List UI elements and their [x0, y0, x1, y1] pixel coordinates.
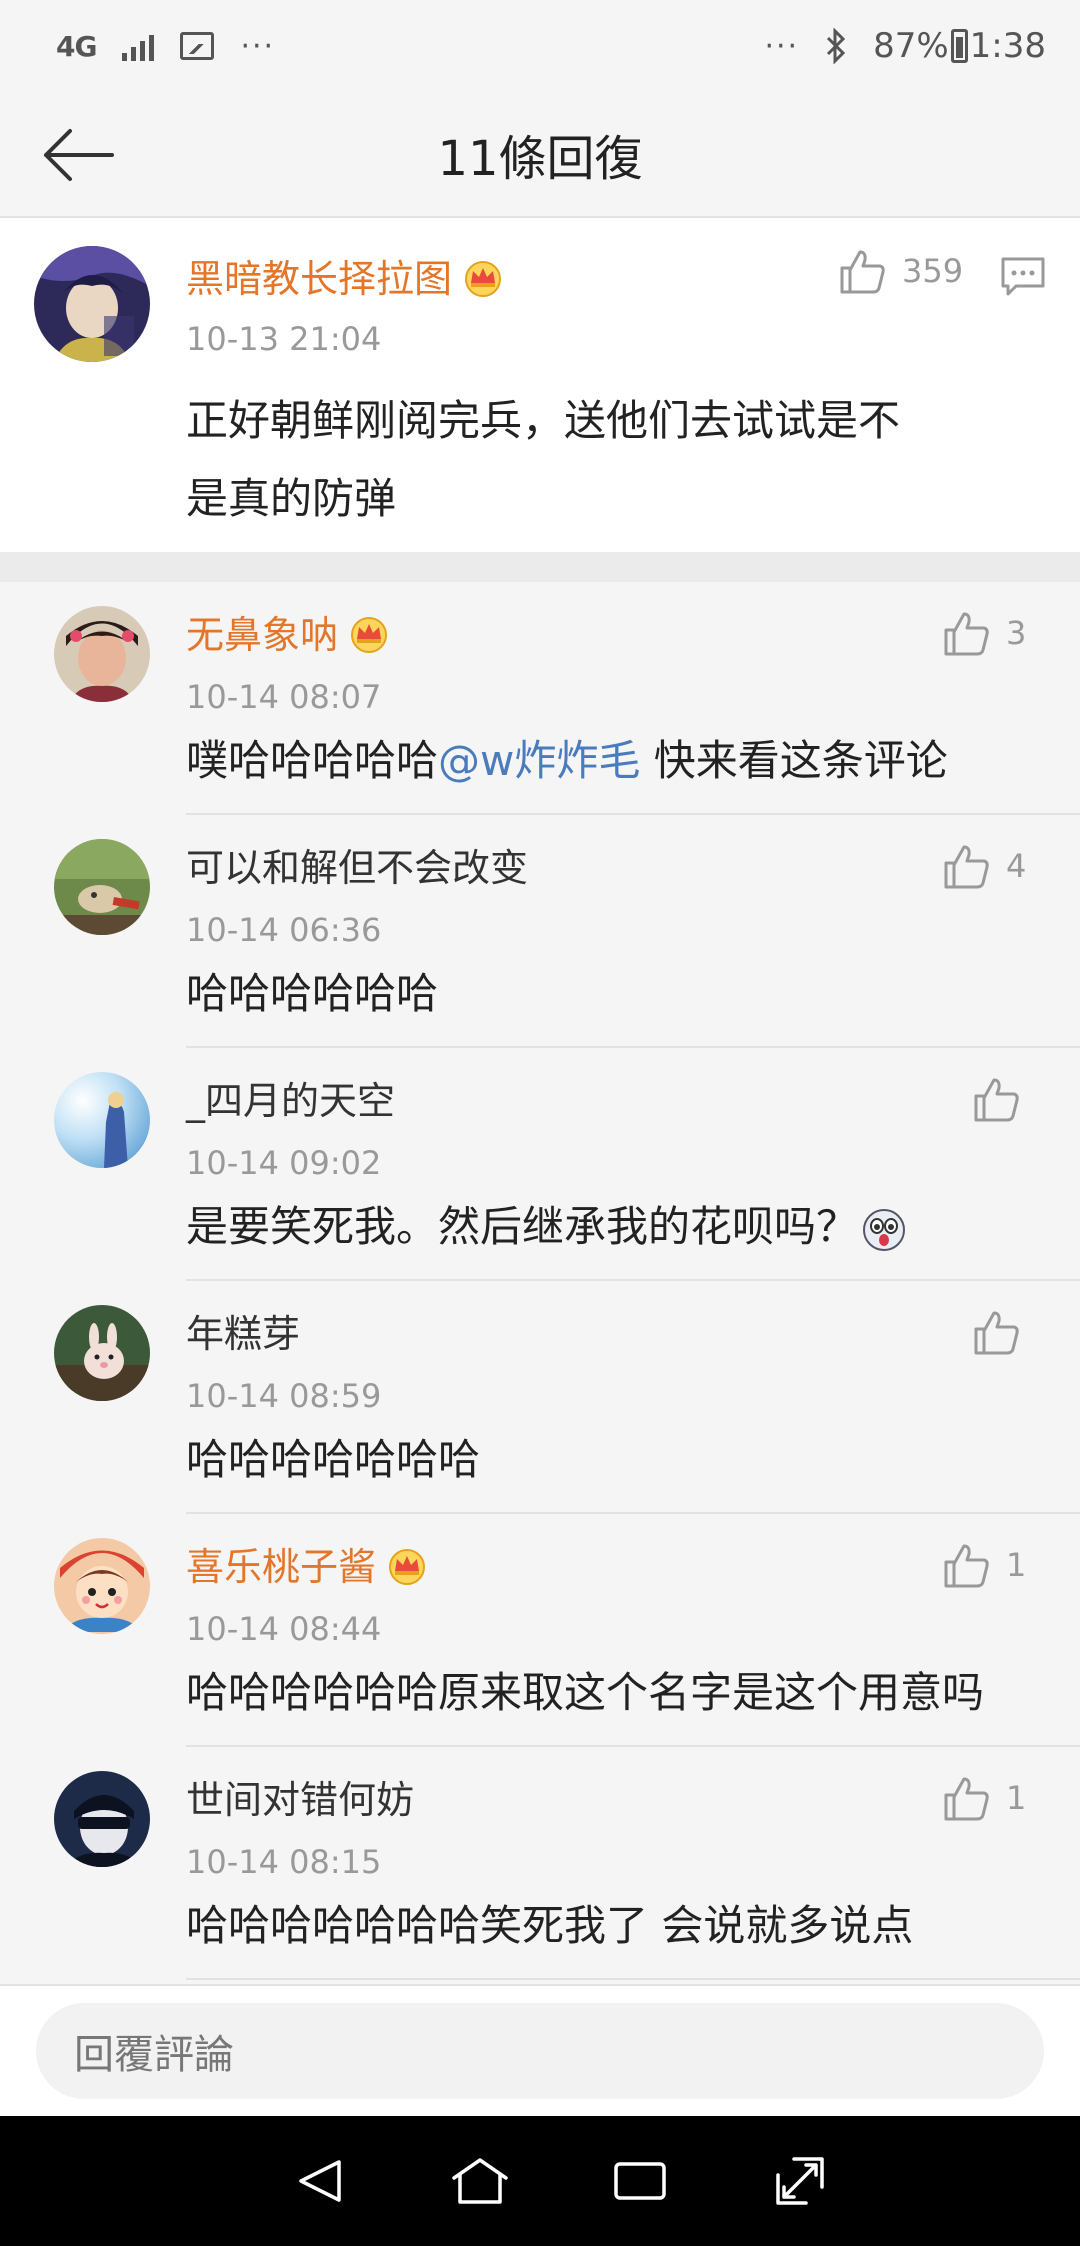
reply-time: 10-14 08:07	[186, 678, 382, 716]
reply-item: 年糕芽 10-14 08:59 哈哈哈哈哈哈哈	[0, 1281, 1080, 1514]
nav-recents-button[interactable]	[600, 2141, 680, 2221]
thumbs-up-icon	[974, 1078, 1019, 1122]
reply-time: 10-14 06:36	[186, 911, 382, 949]
system-navigation-bar	[0, 2116, 1080, 2246]
reply-item: 可以和解但不会改变 10-14 06:36 4 哈哈哈哈哈哈	[0, 815, 1080, 1048]
image-notification-icon	[180, 32, 215, 60]
username[interactable]: 喜乐桃子酱	[186, 1536, 428, 1591]
like-count: 1	[1006, 1546, 1027, 1584]
username[interactable]: _四月的天空	[186, 1070, 395, 1125]
username-text: 喜乐桃子酱	[186, 1545, 377, 1589]
reply-text: 哈哈哈哈哈哈	[186, 969, 439, 1018]
username[interactable]: 世间对错何妨	[186, 1769, 414, 1824]
reply-text: 哈哈哈哈哈哈哈	[186, 1435, 481, 1484]
emoji-icon	[863, 1208, 906, 1251]
reply-time: 10-14 08:59	[186, 1377, 382, 1415]
like-count: 1	[1006, 1779, 1027, 1817]
reply-input-placeholder: 回覆評論	[74, 2032, 234, 2078]
nav-expand-button[interactable]	[760, 2141, 840, 2221]
username[interactable]: 年糕芽	[186, 1303, 300, 1358]
network-type: 4G	[56, 29, 97, 63]
comment-text: 正好朝鲜刚阅完兵，送他们去试试是不 是真的防弹	[186, 382, 1046, 538]
vip-crown-icon	[465, 260, 502, 297]
nav-back-button[interactable]	[280, 2141, 360, 2221]
reply-item: _四月的天空 10-14 09:02 是要笑死我。然后继承我的花呗吗？	[0, 1048, 1080, 1281]
reply-text-main: 噗哈哈哈哈哈	[186, 736, 439, 785]
reply-text: 是要笑死我。然后继承我的花呗吗？	[186, 1188, 906, 1266]
vip-crown-icon	[351, 616, 388, 653]
reply-item: 世间对错何妨 10-14 08:15 1 哈哈哈哈哈哈哈笑死我了 会说就多说点	[0, 1747, 1080, 1980]
reply-input[interactable]: 回覆評論	[36, 2003, 1044, 2099]
thumbs-up-icon	[840, 250, 885, 294]
header: 11條回復	[0, 92, 1080, 218]
like-button[interactable]: 3	[942, 610, 1026, 656]
reply-text-after: 快来看这条评论	[640, 736, 948, 785]
more-notifications-icon: ···	[240, 28, 276, 64]
like-count: 359	[902, 252, 964, 290]
avatar[interactable]	[54, 606, 150, 702]
reply-time: 10-14 09:02	[186, 1144, 382, 1182]
like-count: 3	[1006, 614, 1027, 652]
username[interactable]: 可以和解但不会改变	[186, 837, 528, 892]
status-bar: 4G ··· ··· 87% 1:38	[0, 0, 1080, 92]
reply-text: 哈哈哈哈哈哈原来取这个名字是这个用意吗	[186, 1668, 985, 1717]
username-text: 黑暗教长择拉图	[186, 257, 453, 301]
username-text: 无鼻象呐	[186, 613, 339, 657]
section-divider	[0, 552, 1080, 582]
back-arrow-icon	[44, 129, 114, 181]
thumbs-up-icon	[974, 1311, 1019, 1355]
nav-home-button[interactable]	[440, 2141, 520, 2221]
back-button[interactable]	[40, 120, 120, 190]
main-comment: 黑暗教长择拉图 10-13 21:04 359 正好朝鲜刚阅完兵，送他们去试试是…	[0, 218, 1080, 552]
divider	[186, 1978, 1080, 1980]
avatar[interactable]	[54, 1771, 150, 1867]
avatar[interactable]	[54, 839, 150, 935]
username[interactable]: 黑暗教长择拉图	[186, 248, 504, 303]
comment-text-line: 是真的防弹	[186, 474, 397, 523]
vip-crown-icon	[389, 1548, 426, 1585]
thumbs-up-icon	[944, 1544, 989, 1588]
reply-input-bar: 回覆評論	[0, 1984, 1080, 2116]
reply-time: 10-14 08:44	[186, 1610, 382, 1648]
avatar[interactable]	[54, 1072, 150, 1168]
clock: 1:38	[969, 26, 1046, 66]
reply-text: 噗哈哈哈哈哈@w炸炸毛 快来看这条评论	[186, 722, 948, 800]
reply-text: 哈哈哈哈哈哈哈笑死我了 会说就多说点	[186, 1901, 914, 1950]
battery-percentage: 87%	[873, 26, 949, 66]
reply-comment-icon[interactable]	[1000, 256, 1046, 298]
reply-item: 无鼻象呐 10-14 08:07 3 噗哈哈哈哈哈@w炸炸毛 快来看这条评论	[0, 582, 1080, 815]
signal-icon	[122, 31, 155, 61]
thumbs-up-icon	[944, 845, 989, 889]
status-more-icon: ···	[764, 28, 800, 64]
like-button[interactable]	[972, 1309, 1020, 1355]
like-button[interactable]: 359	[838, 248, 963, 294]
bluetooth-icon	[827, 28, 846, 64]
thumbs-up-icon	[944, 612, 989, 656]
comment-text-line: 正好朝鲜刚阅完兵，送他们去试试是不	[186, 396, 901, 445]
avatar[interactable]	[34, 246, 150, 362]
avatar[interactable]	[54, 1538, 150, 1634]
like-button[interactable]	[972, 1076, 1020, 1122]
thumbs-up-icon	[944, 1777, 989, 1821]
username[interactable]: 无鼻象呐	[186, 604, 390, 659]
like-button[interactable]: 1	[942, 1775, 1026, 1821]
reply-item: 喜乐桃子酱 10-14 08:44 1 哈哈哈哈哈哈原来取这个名字是这个用意吗	[0, 1514, 1080, 1747]
nav-back-icon	[299, 2160, 341, 2202]
reply-list: 无鼻象呐 10-14 08:07 3 噗哈哈哈哈哈@w炸炸毛 快来看这条评论 可…	[0, 582, 1080, 1984]
nav-home-icon	[452, 2158, 508, 2204]
battery-icon	[950, 29, 968, 63]
avatar[interactable]	[54, 1305, 150, 1401]
nav-recents-icon	[614, 2162, 666, 2200]
reply-time: 10-14 08:15	[186, 1843, 382, 1881]
reply-text-main: 是要笑死我。然后继承我的花呗吗？	[186, 1202, 859, 1251]
like-button[interactable]: 1	[942, 1542, 1026, 1588]
mention-link[interactable]: @w炸炸毛	[438, 736, 640, 785]
expand-icon	[776, 2157, 824, 2205]
like-button[interactable]: 4	[942, 843, 1026, 889]
comment-time: 10-13 21:04	[186, 320, 382, 358]
like-count: 4	[1006, 847, 1027, 885]
page-title: 11條回復	[437, 131, 643, 187]
